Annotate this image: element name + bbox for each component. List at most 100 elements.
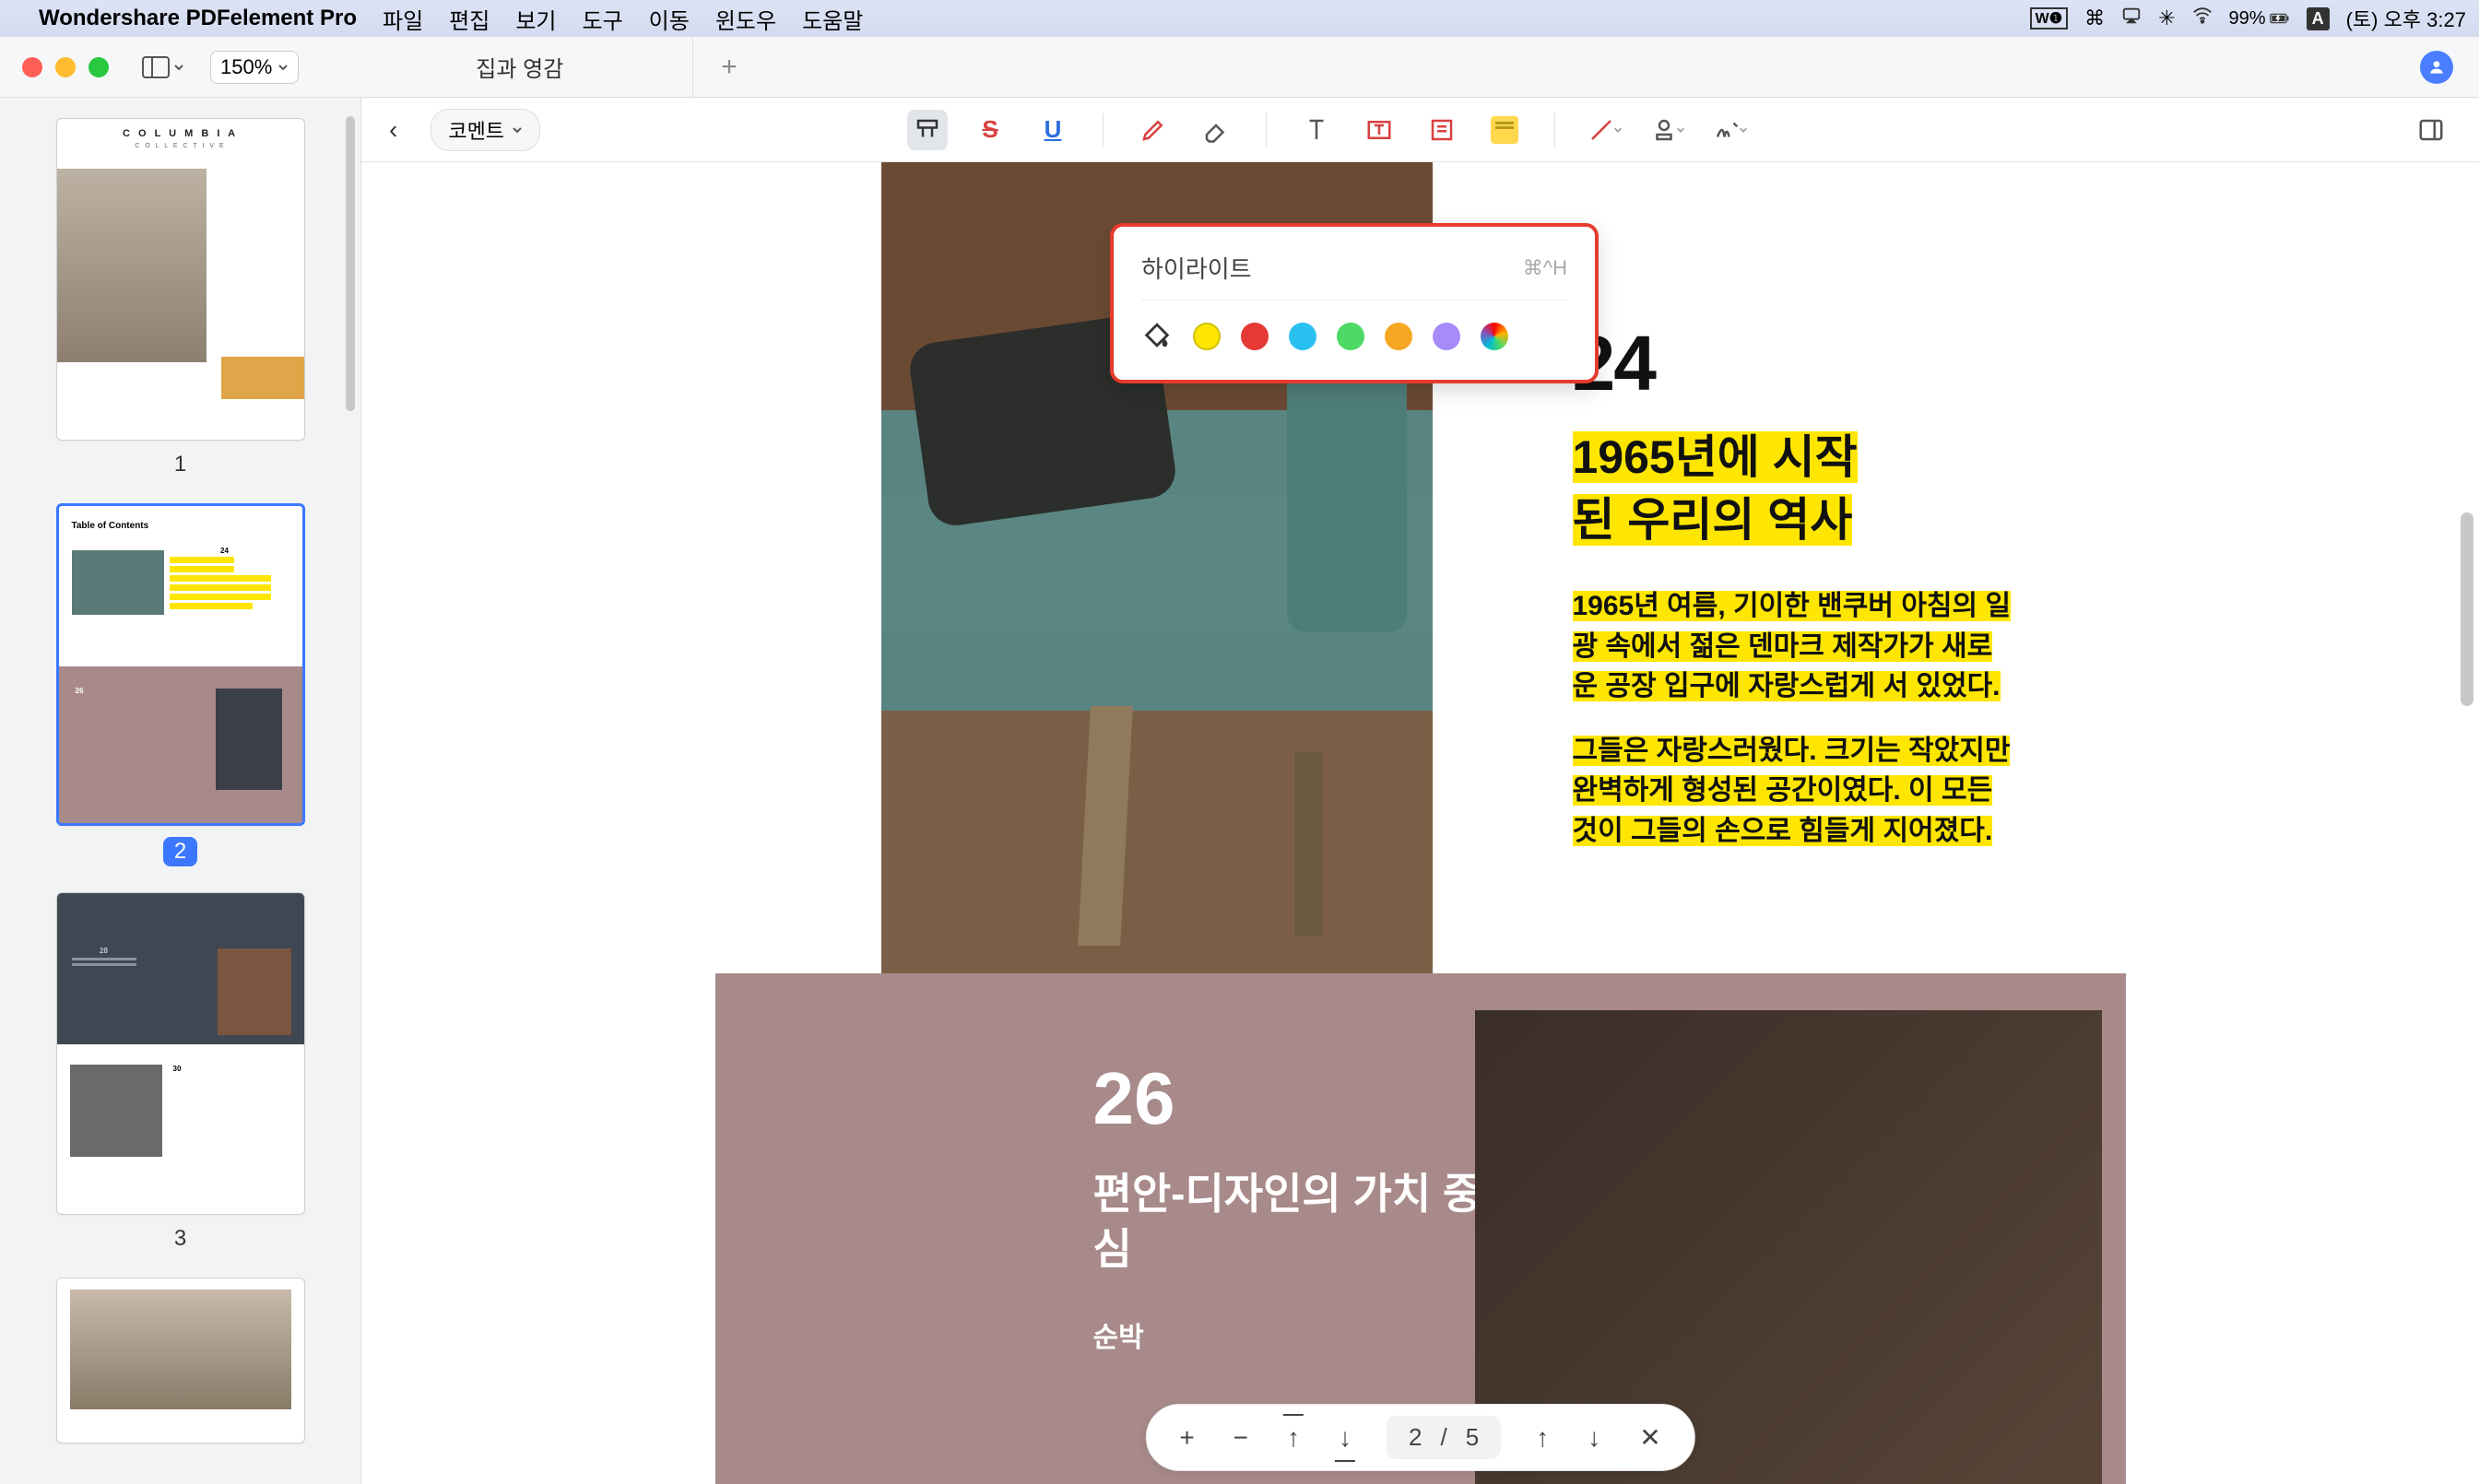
thumbnail-page-3[interactable]: 28 30 3 [20, 892, 340, 1252]
prev-page-button[interactable]: ↑ [1532, 1419, 1552, 1456]
app-name[interactable]: Wondershare PDFelement Pro [39, 6, 357, 31]
thumb1-brand: C O L U M B I A [57, 128, 304, 139]
highlight-popover: 하이라이트 ⌘^H [1110, 223, 1599, 383]
menubar-clock[interactable]: (토) 오후 3:27 [2346, 4, 2466, 33]
highlight-tool-button[interactable] [907, 110, 948, 150]
strikethrough-tool-button[interactable]: S [970, 110, 1010, 150]
thumb3-n30: 30 [173, 1065, 182, 1073]
highlight-color-row [1141, 321, 1567, 352]
thumb1-stripe [221, 357, 304, 399]
thumb2-bottom: 26 [59, 666, 302, 823]
section-number-24: 24 [1573, 319, 2015, 408]
menu-view[interactable]: 보기 [515, 3, 556, 35]
thumbnail-page-4[interactable] [20, 1278, 340, 1443]
status-icon-w[interactable]: W❶ [2030, 7, 2068, 29]
window-close-button[interactable] [22, 57, 42, 77]
thumb-label-3: 3 [174, 1226, 186, 1252]
status-icon-wifi[interactable] [2192, 6, 2213, 31]
editor-area: ‹ 코멘트 S U [361, 98, 2479, 1484]
status-battery[interactable]: 99% [2229, 8, 2290, 29]
popover-title: 하이라이트 [1141, 251, 1252, 285]
text-block-24: 24 1965년에 시작 된 우리의 역사 1965년 여름, 기이한 밴쿠버 … [1573, 319, 2015, 851]
menu-window[interactable]: 윈도우 [715, 3, 776, 35]
signature-tool-button[interactable] [1710, 110, 1751, 150]
thumbnail-panel[interactable]: C O L U M B I A C O L L E C T I V E 1 Ta… [0, 98, 361, 1484]
zoom-select[interactable]: 150% [210, 51, 299, 84]
next-page-button[interactable]: ↓ [1584, 1419, 1604, 1456]
menu-go[interactable]: 이동 [649, 3, 690, 35]
menu-file[interactable]: 파일 [383, 3, 423, 35]
panels-toggle-button[interactable] [2411, 110, 2451, 150]
shape-line-tool-button[interactable] [1585, 110, 1625, 150]
section-paragraph-2: 그들은 자랑스러웠다. 크기는 작았지만 완벽하게 형성된 공간이였다. 이 모… [1573, 731, 2015, 852]
tab-add-button[interactable]: + [721, 52, 738, 83]
section-paragraph-1: 1965년 여름, 기이한 밴쿠버 아침의 일광 속에서 젊은 덴마크 제작가가… [1573, 586, 2015, 707]
menu-help[interactable]: 도움말 [802, 3, 863, 35]
sidebar-toggle-button[interactable] [142, 56, 184, 78]
total-pages: 5 [1466, 1423, 1479, 1452]
thumb1-sub: C O L L E C T I V E [57, 143, 304, 149]
thumbnail-page-2[interactable]: Table of Contents 24 26 2 [20, 503, 340, 866]
tab-strip: 집과 영감 + [347, 37, 738, 97]
color-green[interactable] [1337, 323, 1364, 350]
textbox-tool-button[interactable] [1359, 110, 1399, 150]
canvas-scrollbar[interactable] [2461, 512, 2473, 706]
toolbar-separator [1554, 113, 1555, 147]
zoom-out-button[interactable]: − [1230, 1419, 1252, 1456]
eraser-tool-button[interactable] [1196, 110, 1236, 150]
sticky-note-tool-button[interactable] [1484, 110, 1525, 150]
toolbar-separator [1266, 113, 1267, 147]
page-separator: / [1441, 1423, 1447, 1452]
color-orange[interactable] [1385, 323, 1412, 350]
stamp-tool-button[interactable] [1647, 110, 1688, 150]
section-title-24: 1965년에 시작 된 우리의 역사 [1573, 427, 2015, 551]
underline-tool-button[interactable]: U [1033, 110, 1073, 150]
thumb2-image [72, 550, 164, 615]
thumbnail-page-1[interactable]: C O L U M B I A C O L L E C T I V E 1 [20, 118, 340, 477]
first-page-button[interactable]: ↑ [1283, 1419, 1304, 1456]
text-tool-button[interactable] [1296, 110, 1337, 150]
color-cyan[interactable] [1289, 323, 1316, 350]
window-fullscreen-button[interactable] [89, 57, 109, 77]
color-picker[interactable] [1481, 323, 1508, 350]
editor-toolbar: ‹ 코멘트 S U [361, 98, 2479, 162]
menu-tools[interactable]: 도구 [583, 3, 623, 35]
thumb2-n24: 24 [170, 547, 280, 555]
app-chrome: 150% 집과 영감 + [0, 37, 2479, 98]
section-number-26: 26 [1093, 1056, 1499, 1141]
thumb-label-1: 1 [174, 452, 186, 477]
pencil-tool-button[interactable] [1133, 110, 1174, 150]
page-number-input[interactable]: 2 / 5 [1387, 1416, 1501, 1459]
thumbnail-scrollbar[interactable] [344, 116, 357, 577]
color-red[interactable] [1241, 323, 1269, 350]
thumb3-image2 [70, 1065, 162, 1157]
pager-close-button[interactable]: ✕ [1635, 1419, 1664, 1456]
zoom-in-button[interactable]: + [1175, 1419, 1198, 1456]
thumb-label-2: 2 [163, 837, 197, 866]
status-icon-airplay[interactable] [2121, 6, 2142, 31]
window-minimize-button[interactable] [55, 57, 76, 77]
thumb3-text: 28 [72, 947, 136, 966]
status-input-source[interactable]: A [2307, 7, 2330, 30]
current-page: 2 [1409, 1423, 1422, 1452]
thumb3-top: 28 [57, 893, 304, 1044]
thumb2-highlights: 24 [170, 547, 280, 620]
toolbar-back-button[interactable]: ‹ [389, 115, 397, 145]
last-page-button[interactable]: ↓ [1335, 1419, 1355, 1456]
tab-document[interactable]: 집과 영감 [347, 37, 693, 97]
battery-percent-label: 99% [2229, 8, 2266, 29]
thumb1-image [57, 169, 207, 362]
color-yellow[interactable] [1193, 323, 1221, 350]
comment-mode-select[interactable]: 코멘트 [431, 109, 540, 151]
zoom-value: 150% [220, 55, 272, 79]
thumb2-n26: 26 [76, 687, 84, 695]
window-controls [22, 57, 109, 77]
note-tool-button[interactable] [1422, 110, 1462, 150]
color-purple[interactable] [1433, 323, 1460, 350]
profile-button[interactable] [2420, 51, 2453, 84]
status-icon-bookmark[interactable]: ⌘ [2084, 6, 2105, 30]
status-icon-bluetooth[interactable]: ✳ [2158, 6, 2175, 30]
fill-bucket-icon[interactable] [1141, 321, 1173, 352]
sticky-note-icon [1491, 116, 1518, 144]
menu-edit[interactable]: 편집 [449, 3, 490, 35]
